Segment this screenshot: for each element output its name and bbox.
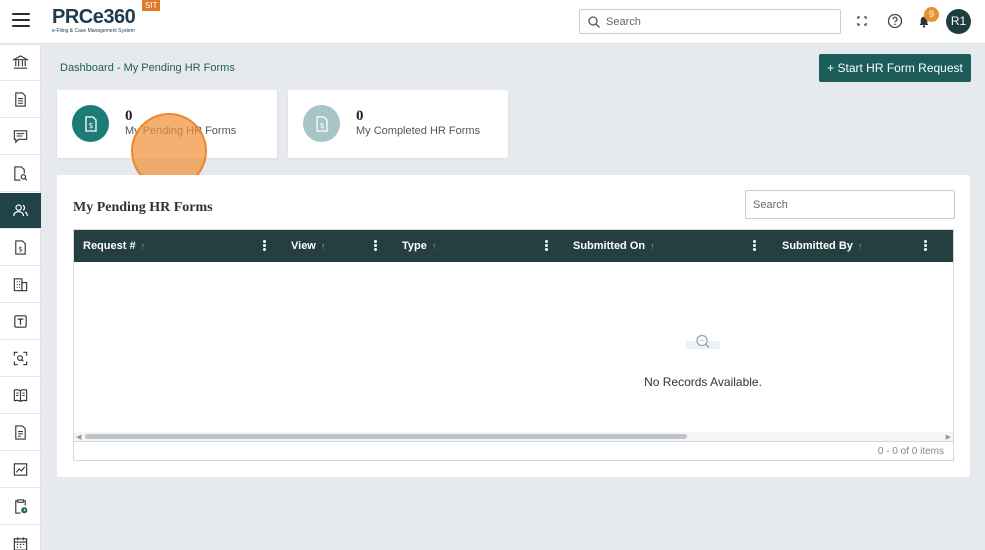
column-menu-icon[interactable] xyxy=(263,240,267,252)
global-search[interactable] xyxy=(579,9,841,34)
sort-arrow-icon: ↑ xyxy=(140,241,146,251)
no-records-icon xyxy=(686,334,720,349)
calendar-icon xyxy=(13,537,28,550)
user-avatar[interactable]: R1 xyxy=(946,9,971,34)
column-header-label: Request # xyxy=(83,240,136,252)
completed-label: My Completed HR Forms xyxy=(356,125,481,137)
pending-forms-panel: My Pending HR Forms Request # ↑ View ↑ Typ… xyxy=(57,175,970,477)
sidebar-item-analytics[interactable] xyxy=(0,452,41,488)
panel-title: My Pending HR Forms xyxy=(73,200,213,215)
sidebar-item-library[interactable] xyxy=(0,378,41,414)
column-header-label: Submitted On xyxy=(573,240,646,252)
column-menu-icon[interactable] xyxy=(753,240,757,252)
help-icon[interactable] xyxy=(886,12,904,30)
message-icon xyxy=(13,130,28,144)
column-header-submitted-by[interactable]: Submitted By ↑ xyxy=(782,230,862,262)
sidebar: $ xyxy=(0,45,41,550)
horizontal-scrollbar[interactable]: ◀ ▶ xyxy=(74,432,953,441)
column-header-label: Type xyxy=(402,240,427,252)
sidebar-item-document-search[interactable] xyxy=(0,156,41,192)
file-lines-icon xyxy=(15,425,26,440)
svg-text:$: $ xyxy=(88,121,93,130)
sidebar-item-documents[interactable] xyxy=(0,82,41,118)
building-icon xyxy=(13,278,28,292)
sidebar-item-reports[interactable] xyxy=(0,415,41,451)
scroll-left-icon[interactable]: ◀ xyxy=(76,433,81,441)
sort-arrow-icon: ↑ xyxy=(857,241,863,251)
pending-count: 0 xyxy=(125,108,133,124)
hamburger-menu-icon[interactable] xyxy=(12,13,30,29)
column-menu-icon[interactable] xyxy=(374,240,378,252)
column-header-submitted-on[interactable]: Submitted On ↑ xyxy=(573,230,655,262)
text-box-icon xyxy=(14,315,27,328)
logo-subtitle: e-Filing & Case Management System xyxy=(52,28,135,34)
sort-arrow-icon: ↑ xyxy=(650,241,655,251)
column-header-type[interactable]: Type ↑ xyxy=(402,230,436,262)
pending-forms-grid: Request # ↑ View ↑ Type ↑ Submitted On ↑ Sub… xyxy=(73,229,954,441)
environment-badge: SIT xyxy=(142,0,161,11)
pending-hr-forms-card[interactable]: $ 0 My Pending HR Forms xyxy=(57,90,277,158)
column-menu-icon[interactable] xyxy=(545,240,549,252)
dollar-document-icon: $ xyxy=(15,240,26,255)
book-icon xyxy=(13,389,28,403)
pending-label: My Pending HR Forms xyxy=(125,125,237,137)
grid-header: Request # ↑ View ↑ Type ↑ Submitted On ↑ Sub… xyxy=(74,230,953,262)
column-menu-icon[interactable] xyxy=(924,240,928,252)
sidebar-item-scan[interactable] xyxy=(0,341,41,377)
document-search-icon xyxy=(14,166,28,181)
sidebar-item-finance[interactable]: $ xyxy=(0,230,41,266)
dollar-document-icon: $ xyxy=(303,105,340,142)
sidebar-item-schedule[interactable] xyxy=(0,489,41,525)
sidebar-item-templates[interactable] xyxy=(0,304,41,340)
clipboard-clock-icon xyxy=(15,499,28,514)
search-icon xyxy=(588,16,600,28)
completed-count: 0 xyxy=(356,108,364,124)
institution-icon xyxy=(12,55,29,69)
sort-arrow-icon: ↑ xyxy=(431,241,437,251)
no-records-message: No Records Available. xyxy=(644,375,762,389)
logo[interactable]: PRCe360 e-Filing & Case Management Syste… xyxy=(52,6,136,34)
column-header-view[interactable]: View ↑ xyxy=(291,230,325,262)
chart-icon xyxy=(13,463,28,476)
svg-text:$: $ xyxy=(319,121,324,130)
top-bar: PRCe360 e-Filing & Case Management Syste… xyxy=(0,0,985,44)
sidebar-item-hr[interactable] xyxy=(0,193,41,229)
grid-pager: 0 - 0 of 0 items xyxy=(73,441,954,461)
column-header-label: Submitted By xyxy=(782,240,853,252)
logo-text: PRCe360 xyxy=(52,6,136,28)
svg-text:$: $ xyxy=(18,244,23,253)
dollar-document-icon: $ xyxy=(72,105,109,142)
completed-hr-forms-card[interactable]: $ 0 My Completed HR Forms xyxy=(288,90,508,158)
sidebar-item-institution[interactable] xyxy=(0,45,41,81)
start-hr-form-request-button[interactable]: + Start HR Form Request xyxy=(819,54,971,82)
grid-search-input[interactable] xyxy=(745,190,955,219)
column-header-label: View xyxy=(291,240,316,252)
scan-icon xyxy=(13,351,28,366)
fullscreen-icon[interactable] xyxy=(853,12,871,30)
sort-arrow-icon: ↑ xyxy=(320,241,326,251)
pager-info: 0 - 0 of 0 items xyxy=(877,446,944,457)
sidebar-item-messages[interactable] xyxy=(0,119,41,155)
scroll-right-icon[interactable]: ▶ xyxy=(946,433,951,441)
users-icon xyxy=(13,204,28,217)
sidebar-item-organization[interactable] xyxy=(0,267,41,303)
notification-count-badge: 9 xyxy=(924,7,939,22)
scrollbar-thumb[interactable] xyxy=(85,434,687,439)
global-search-input[interactable] xyxy=(606,13,834,30)
breadcrumb[interactable]: Dashboard - My Pending HR Forms xyxy=(60,62,235,74)
sidebar-item-calendar[interactable] xyxy=(0,526,41,550)
column-header-request[interactable]: Request # ↑ xyxy=(83,230,145,262)
document-icon xyxy=(15,92,26,107)
